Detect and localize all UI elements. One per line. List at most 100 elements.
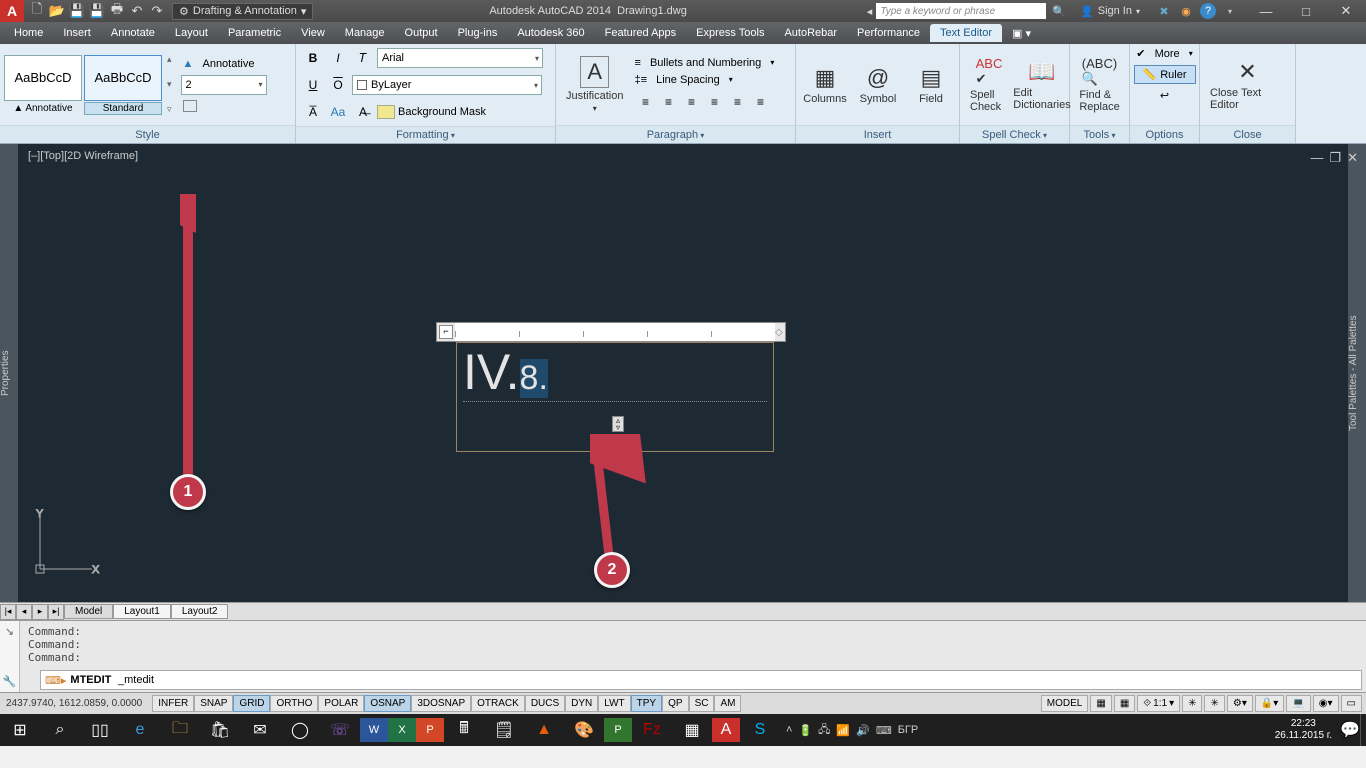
language-indicator[interactable]: БГР bbox=[898, 724, 919, 736]
hardware-accel-button[interactable]: 💻 bbox=[1286, 695, 1310, 712]
tab-layout[interactable]: Layout bbox=[165, 24, 218, 42]
notifications-button[interactable]: 💬 bbox=[1340, 714, 1360, 746]
print-icon[interactable]: 🖶 bbox=[108, 2, 126, 20]
tab-panel-menu[interactable]: ▣ ▾ bbox=[1002, 24, 1041, 43]
font-combo[interactable]: Arial bbox=[377, 48, 543, 68]
open-icon[interactable]: 📂 bbox=[48, 2, 66, 20]
linespacing-button[interactable]: ‡≡ Line Spacing ▾ bbox=[632, 73, 776, 87]
tab-plug-ins[interactable]: Plug-ins bbox=[448, 24, 508, 42]
word-icon[interactable]: W bbox=[360, 718, 388, 742]
text-height-combo[interactable]: 2 bbox=[181, 75, 267, 95]
panel-title-paragraph[interactable]: Paragraph bbox=[556, 125, 795, 143]
align-dist2-button[interactable]: ≡ bbox=[749, 91, 771, 113]
layout-tab-layout2[interactable]: Layout2 bbox=[171, 604, 229, 619]
viewport-maximize-button[interactable]: ❐ bbox=[1329, 150, 1341, 166]
command-input[interactable]: ⌨▸ MTEDIT _mtedit bbox=[40, 670, 1362, 690]
toggle-otrack[interactable]: OTRACK bbox=[471, 695, 525, 712]
powerpoint-icon[interactable]: P bbox=[416, 718, 444, 742]
chrome-icon[interactable]: ◯ bbox=[280, 714, 320, 746]
more-button[interactable]: ✔ More ▾ bbox=[1134, 46, 1194, 61]
properties-palette-bar[interactable]: Properties bbox=[0, 144, 18, 602]
tray-up-icon[interactable]: ˄ bbox=[786, 724, 792, 736]
undo-icon[interactable]: ↶ bbox=[128, 2, 146, 20]
toggle-qp[interactable]: QP bbox=[662, 695, 688, 712]
toggle-sc[interactable]: SC bbox=[689, 695, 715, 712]
toggle-ortho[interactable]: ORTHO bbox=[270, 695, 318, 712]
toggle-snap[interactable]: SNAP bbox=[194, 695, 233, 712]
align-left-button[interactable]: ≡ bbox=[634, 91, 656, 113]
redo-icon[interactable]: ↷ bbox=[148, 2, 166, 20]
layout-tab-layout1[interactable]: Layout1 bbox=[113, 604, 171, 619]
save-icon[interactable]: 💾 bbox=[68, 2, 86, 20]
filezilla-icon[interactable]: Fz bbox=[632, 714, 672, 746]
grid-display-button[interactable]: ▦ bbox=[1090, 695, 1111, 712]
edge-icon[interactable]: e bbox=[120, 714, 160, 746]
search-icon[interactable]: 🔍 bbox=[1052, 5, 1066, 18]
tab-insert[interactable]: Insert bbox=[53, 24, 101, 42]
style-standard-label[interactable]: Standard bbox=[84, 102, 162, 115]
minimize-button[interactable]: — bbox=[1246, 0, 1286, 22]
clear-button[interactable]: A̶ bbox=[352, 101, 374, 123]
volume-icon[interactable]: 🔊 bbox=[856, 724, 870, 737]
tab-next-button[interactable]: ▸ bbox=[32, 604, 48, 620]
close-button[interactable]: ✕ bbox=[1326, 0, 1366, 22]
style-annotative[interactable]: AaBbCcD bbox=[4, 55, 82, 101]
justification-button[interactable]: A Justification▾ bbox=[560, 54, 629, 115]
viewport-close-button[interactable]: ✕ bbox=[1347, 150, 1358, 166]
viewport-minimize-button[interactable]: — bbox=[1310, 150, 1323, 166]
store-icon[interactable]: 🛍 bbox=[200, 714, 240, 746]
tab-home[interactable]: Home bbox=[4, 24, 53, 42]
toolbar-lock-button[interactable]: 🔒▾ bbox=[1255, 695, 1284, 712]
tab-first-button[interactable]: |◂ bbox=[0, 604, 16, 620]
network-icon[interactable]: 🖧 bbox=[818, 721, 830, 740]
ruler-button[interactable]: 📏Ruler bbox=[1134, 65, 1196, 84]
align-justify-button[interactable]: ≡ bbox=[703, 91, 725, 113]
layout-tab-model[interactable]: Model bbox=[64, 604, 113, 619]
start-button[interactable]: ⊞ bbox=[0, 714, 40, 746]
color-combo[interactable]: ByLayer bbox=[352, 75, 542, 95]
annotative-toggle[interactable]: ▲ Annotative bbox=[181, 57, 267, 71]
bgmask-button[interactable]: Background Mask bbox=[398, 106, 486, 118]
tab-autodesk-360[interactable]: Autodesk 360 bbox=[507, 24, 594, 42]
annoscale-button[interactable]: ⟐ 1:1▾ bbox=[1137, 695, 1180, 712]
align-right-button[interactable]: ≡ bbox=[680, 91, 702, 113]
maximize-button[interactable]: □ bbox=[1286, 0, 1326, 22]
viber-icon[interactable]: ☏ bbox=[320, 714, 360, 746]
tab-parametric[interactable]: Parametric bbox=[218, 24, 291, 42]
paint-icon[interactable]: 🎨 bbox=[564, 714, 604, 746]
undo-options-icon[interactable]: ↩ bbox=[1158, 88, 1171, 103]
toggle-grid[interactable]: GRID bbox=[233, 695, 270, 712]
system-tray[interactable]: ˄ 🔋 🖧 📶 🔊 ⌨ БГР bbox=[780, 721, 924, 740]
bullets-button[interactable]: ≡ Bullets and Numbering ▾ bbox=[632, 56, 776, 70]
mask-icon[interactable] bbox=[181, 99, 267, 113]
model-space-button[interactable]: MODEL bbox=[1041, 695, 1089, 712]
align-center-button[interactable]: ≡ bbox=[657, 91, 679, 113]
cloud-icon[interactable]: ◉ bbox=[1178, 3, 1194, 19]
tab-prev-button[interactable]: ◂ bbox=[16, 604, 32, 620]
search-input[interactable]: Type a keyword or phrase bbox=[876, 3, 1046, 19]
panel-title-formatting[interactable]: Formatting bbox=[296, 126, 555, 143]
underline-button[interactable]: U bbox=[302, 74, 324, 96]
toggle-3dosnap[interactable]: 3DOSNAP bbox=[411, 695, 471, 712]
tab-view[interactable]: View bbox=[291, 24, 335, 42]
dictionaries-button[interactable]: 📖Edit Dictionaries bbox=[1017, 57, 1067, 113]
taskview-button[interactable]: ▯▯ bbox=[80, 714, 120, 746]
expand-icon[interactable]: ▿ bbox=[167, 104, 172, 115]
close-text-editor-button[interactable]: ✕Close Text Editor bbox=[1204, 57, 1291, 113]
keyboard-icon[interactable]: ⌨ bbox=[876, 724, 892, 737]
bold-button[interactable]: B bbox=[302, 47, 324, 69]
toggle-tpy[interactable]: TPY bbox=[631, 695, 662, 712]
toggle-am[interactable]: AM bbox=[714, 695, 741, 712]
mtext-ruler[interactable]: ⌐ ◇ bbox=[436, 322, 786, 342]
find-replace-button[interactable]: (ABC)🔍Find & Replace bbox=[1074, 54, 1125, 115]
signin-button[interactable]: 👤 Sign In ▾ bbox=[1080, 5, 1140, 18]
toggle-osnap[interactable]: OSNAP bbox=[364, 695, 411, 712]
autocad-task-icon[interactable]: A bbox=[712, 718, 740, 742]
wrench-icon[interactable]: 🔧 bbox=[3, 675, 17, 688]
saveas-icon[interactable]: 💾 bbox=[88, 2, 106, 20]
help-icon[interactable]: ? bbox=[1200, 3, 1216, 19]
annoauto-button[interactable]: ✳ bbox=[1204, 695, 1224, 712]
italic-button[interactable]: I bbox=[327, 47, 349, 69]
workspace-selector[interactable]: ⚙ Drafting & Annotation ▾ bbox=[172, 3, 313, 20]
scroll-up-icon[interactable]: ▴ bbox=[167, 54, 172, 65]
